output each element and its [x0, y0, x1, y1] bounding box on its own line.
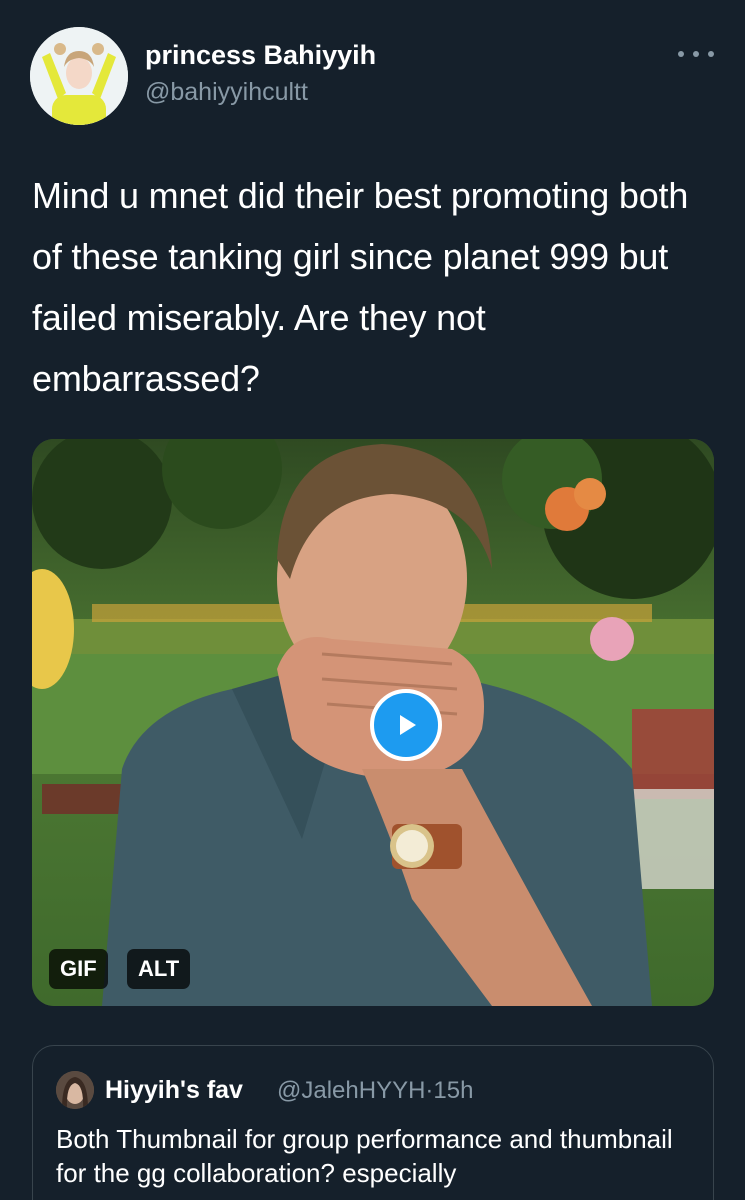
tweet-text: Mind u mnet did their best promoting bot… — [32, 175, 689, 399]
play-icon — [400, 715, 416, 735]
dot — [678, 51, 684, 57]
dot — [693, 51, 699, 57]
quoted-tweet-time: 15h — [433, 1077, 474, 1104]
quoted-tweet-text: Both Thumbnail for group performance and… — [56, 1124, 673, 1188]
more-options-icon[interactable] — [678, 44, 714, 64]
quoted-author-handle: @JalehHYYH — [277, 1077, 426, 1104]
gif-badge: GIF — [49, 949, 108, 989]
author-handle[interactable]: @bahiyyihcultt — [145, 78, 308, 107]
alt-text-badge[interactable]: ALT — [127, 949, 191, 989]
dot — [708, 51, 714, 57]
author-display-name[interactable]: princess Bahiyyih — [145, 40, 376, 71]
play-button[interactable] — [370, 689, 442, 761]
avatar-image — [30, 27, 128, 125]
quoted-avatar-image — [56, 1071, 94, 1109]
tweet: princess Bahiyyih @bahiyyihcultt Mind u … — [0, 0, 745, 1200]
quoted-author-name: Hiyyih's fav — [105, 1076, 243, 1104]
tweet-media[interactable]: GIF ALT — [32, 439, 714, 1006]
author-avatar[interactable] — [30, 27, 128, 125]
quoted-tweet-meta: @JalehHYYH·15h — [277, 1077, 473, 1105]
quoted-tweet[interactable]: Hiyyih's fav @JalehHYYH·15h Both Thumbna… — [32, 1045, 714, 1200]
quoted-author-avatar — [56, 1071, 94, 1109]
